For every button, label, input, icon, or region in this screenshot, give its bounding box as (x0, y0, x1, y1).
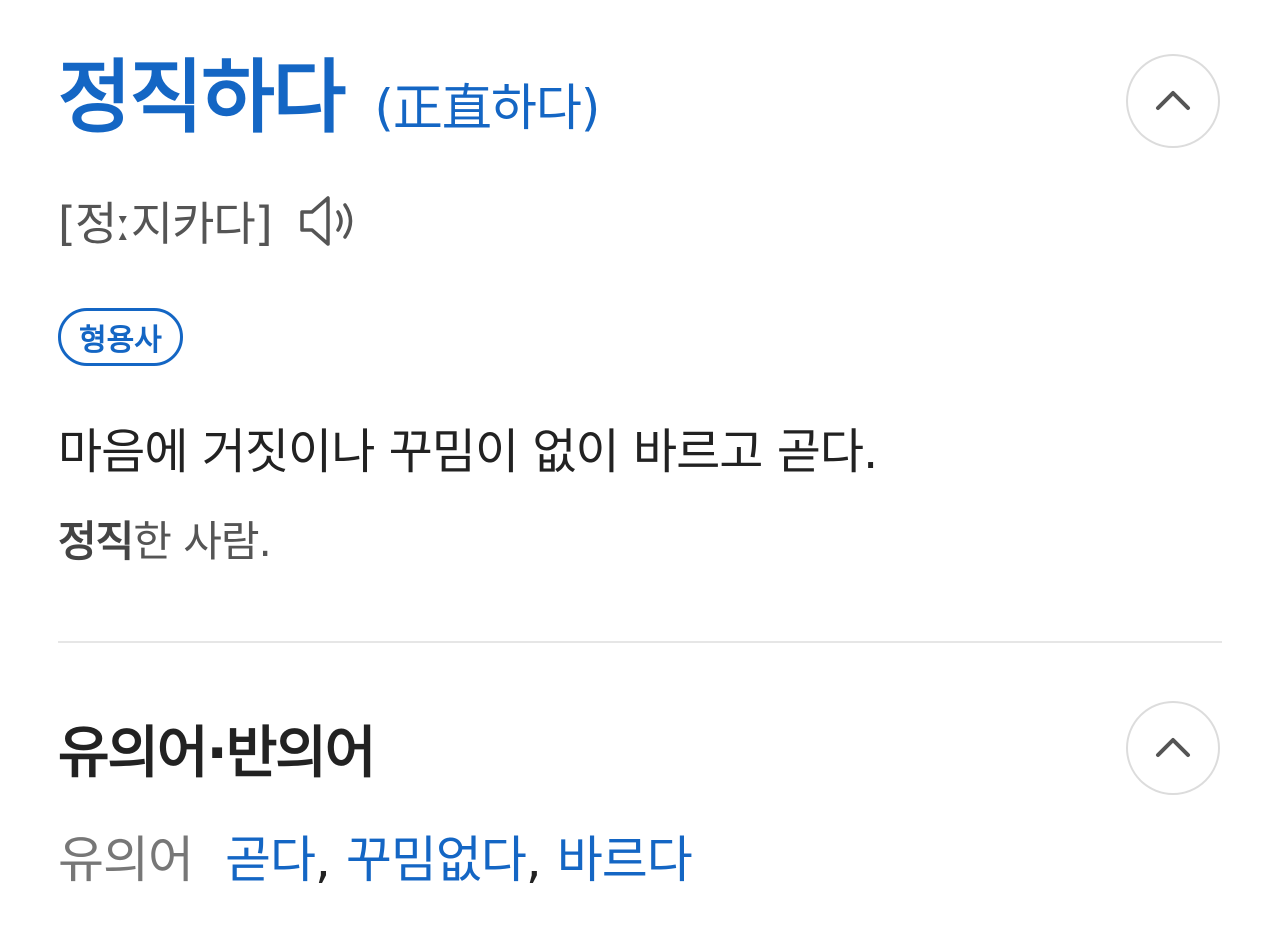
synonym-separator: , (525, 831, 542, 889)
pronunciation: [정ː지카다] (58, 197, 273, 251)
synonym-link[interactable]: 바르다 (557, 820, 693, 892)
part-of-speech-badge: 형용사 (58, 308, 183, 366)
hanja: (正直하다) (374, 79, 600, 137)
example-sentence: 정직한 사람. (58, 508, 272, 569)
entry-header: 정직하다 (正直하다) (58, 58, 1222, 158)
example-rest: 한 사람. (133, 517, 272, 566)
definition-text: 마음에 거짓이나 꾸밈이 없이 바르고 곧다. (58, 424, 878, 480)
headword-row: 정직하다 (正直하다) (58, 58, 1222, 158)
collapse-synonyms-button[interactable] (1126, 701, 1220, 795)
section-title: 유의어·반의어 (58, 721, 376, 786)
headword: 정직하다 (58, 51, 346, 144)
example-headword: 정직 (58, 517, 134, 566)
synonyms-label: 유의어 (58, 831, 194, 889)
synonym-separator: , (315, 831, 331, 889)
synonym-link[interactable]: 꾸밈없다 (346, 820, 527, 892)
pronunciation-row: [정ː지카다] (58, 188, 362, 254)
synonym-link[interactable]: 곧다 (225, 820, 316, 892)
section-divider (58, 641, 1222, 643)
synonyms-row: 유의어 곧다, 꾸밈없다, 바르다 (58, 820, 693, 892)
chevron-up-icon (1156, 738, 1190, 757)
speaker-icon[interactable] (296, 192, 362, 250)
